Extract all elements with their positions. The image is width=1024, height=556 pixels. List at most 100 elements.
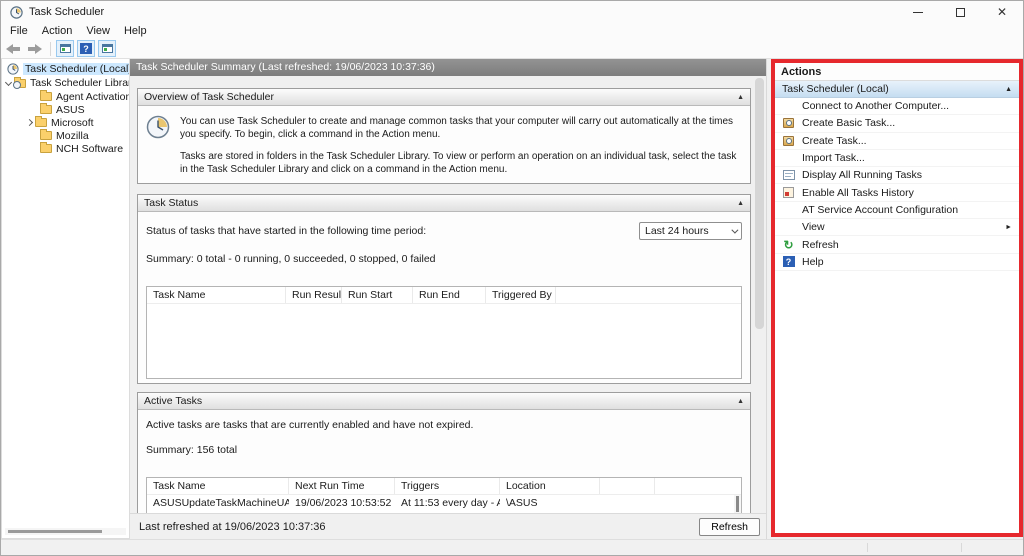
collapse-arrow-icon[interactable]: ▲ xyxy=(737,94,744,101)
actions-group-header[interactable]: Task Scheduler (Local) ▲ xyxy=(775,81,1019,98)
column-header-next-run-time[interactable]: Next Run Time xyxy=(289,478,395,494)
menu-file[interactable]: File xyxy=(3,23,35,39)
column-header-task-name[interactable]: Task Name xyxy=(147,478,289,494)
action-refresh[interactable]: ↻ Refresh xyxy=(775,236,1019,253)
chevron-right-icon[interactable] xyxy=(26,119,33,126)
action-pane-window-icon xyxy=(102,44,113,53)
tree-item-task-scheduler-library[interactable]: Task Scheduler Library xyxy=(2,76,129,90)
action-import-task[interactable]: Import Task... xyxy=(775,150,1019,167)
active-tasks-section-header[interactable]: Active Tasks ▲ xyxy=(138,393,750,410)
tree-horizontal-scrollbar[interactable] xyxy=(5,528,126,535)
task-status-section-header[interactable]: Task Status ▲ xyxy=(138,195,750,212)
task-status-section: Task Status ▲ Status of tasks that have … xyxy=(137,194,751,384)
menu-action[interactable]: Action xyxy=(35,23,80,39)
menu-view[interactable]: View xyxy=(79,23,117,39)
overview-paragraph-1: You can use Task Scheduler to create and… xyxy=(180,115,740,141)
tree-item-label: Task Scheduler Library xyxy=(30,77,129,89)
main-area: Task Scheduler (Local) Task Scheduler Li… xyxy=(1,59,1023,539)
show-action-pane-button[interactable] xyxy=(98,40,116,57)
column-header-task-name[interactable]: Task Name xyxy=(147,287,286,303)
action-help[interactable]: ? Help xyxy=(775,254,1019,271)
overview-clock-icon xyxy=(146,115,170,139)
active-tasks-description: Active tasks are tasks that are currentl… xyxy=(146,419,742,431)
column-header-triggered-by[interactable]: Triggered By xyxy=(486,287,556,303)
action-label: Refresh xyxy=(802,239,839,251)
folder-icon xyxy=(40,144,52,153)
forward-arrow-icon[interactable] xyxy=(27,44,42,54)
tree-item-asus[interactable]: ASUS xyxy=(2,103,129,116)
back-arrow-icon[interactable] xyxy=(6,44,21,54)
action-label: View xyxy=(802,221,825,233)
active-tasks-section: Active Tasks ▲ Active tasks are tasks th… xyxy=(137,392,751,513)
action-display-all-running-tasks[interactable]: Display All Running Tasks xyxy=(775,167,1019,184)
action-create-task[interactable]: Create Task... xyxy=(775,133,1019,150)
column-header-triggers[interactable]: Triggers xyxy=(395,478,500,494)
tree-item-microsoft[interactable]: Microsoft xyxy=(2,116,129,129)
actions-pane-title: Actions xyxy=(775,63,1019,81)
action-label: Connect to Another Computer... xyxy=(802,100,949,112)
action-enable-all-tasks-history[interactable]: Enable All Tasks History xyxy=(775,184,1019,201)
section-title: Active Tasks xyxy=(144,395,202,407)
create-task-icon xyxy=(781,134,796,147)
tree-item-agent-activation[interactable]: Agent Activation Runt xyxy=(2,90,129,103)
overview-section-header[interactable]: Overview of Task Scheduler ▲ xyxy=(138,89,750,106)
tree-item-mozilla[interactable]: Mozilla xyxy=(2,129,129,142)
blank-icon xyxy=(781,100,796,113)
column-header-location[interactable]: Location xyxy=(500,478,600,494)
tree-item-task-scheduler-local[interactable]: Task Scheduler (Local) xyxy=(2,62,129,76)
maximize-button[interactable] xyxy=(939,1,981,23)
actions-group-label: Task Scheduler (Local) xyxy=(782,83,889,95)
table-vertical-scrollbar[interactable] xyxy=(734,495,741,513)
active-tasks-summary: Summary: 156 total xyxy=(146,444,742,456)
scrollbar-thumb[interactable] xyxy=(8,530,102,533)
close-button[interactable]: ✕ xyxy=(981,1,1023,23)
task-status-table: Task Name Run Result Run Start Run End T… xyxy=(146,286,742,379)
tree-item-nch-software[interactable]: NCH Software xyxy=(2,142,129,155)
overview-section: Overview of Task Scheduler ▲ You can use… xyxy=(137,88,751,184)
help-icon: ? xyxy=(781,255,796,268)
active-tasks-table: Task Name Next Run Time Triggers Locatio… xyxy=(146,477,742,513)
tree-item-label: ASUS xyxy=(56,104,85,116)
table-row[interactable]: ASUSUpdateTaskMachineUA 19/06/2023 10:53… xyxy=(147,495,741,511)
summary-vertical-scrollbar[interactable] xyxy=(753,76,766,513)
task-scheduler-window: Task Scheduler ✕ File Action View Help ? xyxy=(0,0,1024,556)
column-header-run-start[interactable]: Run Start xyxy=(342,287,413,303)
chevron-down-icon[interactable] xyxy=(5,78,12,85)
column-header-empty xyxy=(655,478,741,494)
summary-panel: Task Scheduler Summary (Last refreshed: … xyxy=(130,59,767,539)
tree-item-label: Agent Activation Runt xyxy=(56,91,129,103)
console-tree-panel: Task Scheduler (Local) Task Scheduler Li… xyxy=(1,59,130,539)
collapse-arrow-icon[interactable]: ▲ xyxy=(1005,86,1012,93)
action-label: Enable All Tasks History xyxy=(802,187,914,199)
action-view[interactable]: View ► xyxy=(775,219,1019,236)
collapse-arrow-icon[interactable]: ▲ xyxy=(737,398,744,405)
clock-icon xyxy=(7,63,19,75)
section-title: Task Status xyxy=(144,197,198,209)
column-header-run-end[interactable]: Run End xyxy=(413,287,486,303)
scrollbar-thumb[interactable] xyxy=(736,496,739,512)
column-header-empty xyxy=(556,287,741,303)
show-console-tree-button[interactable] xyxy=(56,40,74,57)
column-header-empty xyxy=(600,478,655,494)
toolbar-help-button[interactable]: ? xyxy=(77,40,95,57)
action-at-service-account-configuration[interactable]: AT Service Account Configuration xyxy=(775,202,1019,219)
scrollbar-thumb[interactable] xyxy=(755,78,764,329)
folder-icon xyxy=(40,131,52,140)
action-create-basic-task[interactable]: Create Basic Task... xyxy=(775,115,1019,132)
help-icon: ? xyxy=(80,43,92,54)
refresh-button[interactable]: Refresh xyxy=(699,518,760,536)
tree-item-label: NCH Software xyxy=(56,143,123,155)
summary-footer: Last refreshed at 19/06/2023 10:37:36 Re… xyxy=(130,513,766,539)
menu-help[interactable]: Help xyxy=(117,23,154,39)
action-label: Display All Running Tasks xyxy=(802,169,922,181)
toolbar: ? xyxy=(1,39,1023,59)
column-header-run-result[interactable]: Run Result xyxy=(286,287,342,303)
collapse-arrow-icon[interactable]: ▲ xyxy=(737,200,744,207)
time-period-dropdown[interactable]: Last 24 hours xyxy=(639,222,742,240)
action-connect-to-another-computer[interactable]: Connect to Another Computer... xyxy=(775,98,1019,115)
folder-icon xyxy=(40,105,52,114)
minimize-button[interactable] xyxy=(897,1,939,23)
cell-next-run-time: 19/06/2023 10:53:52 xyxy=(289,497,395,509)
running-tasks-icon xyxy=(781,169,796,182)
menu-bar: File Action View Help xyxy=(1,23,1023,39)
